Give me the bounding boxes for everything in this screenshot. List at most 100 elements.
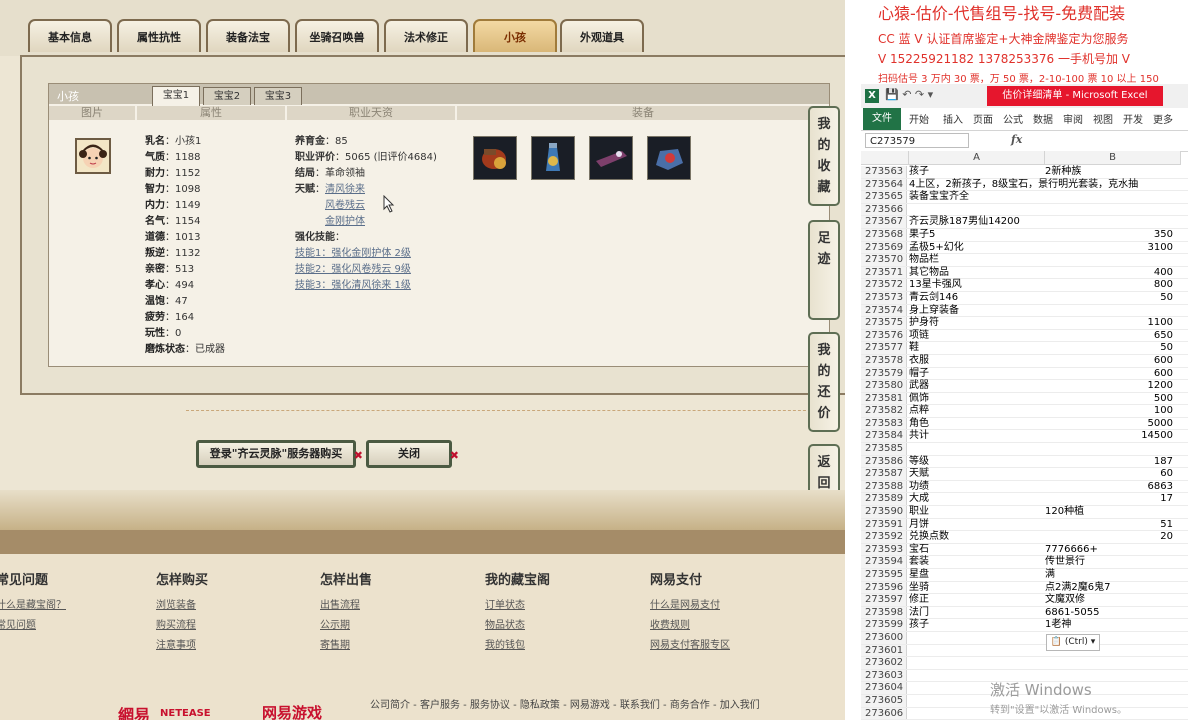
row-number[interactable]: 273603: [861, 669, 907, 682]
subtab-baby2[interactable]: 宝宝2: [203, 87, 251, 105]
sheet-row[interactable]: 273570 物品栏: [861, 254, 1188, 267]
cell-a[interactable]: 星盘: [909, 569, 1043, 582]
column-header-b[interactable]: B: [1045, 151, 1181, 165]
tianfu-link[interactable]: 清风徐来: [325, 184, 365, 195]
cell-a[interactable]: 果子5: [909, 229, 1043, 242]
sheet-row[interactable]: 273583 角色 5000: [861, 417, 1188, 431]
sheet-row[interactable]: 273578 衣服 600: [861, 354, 1188, 368]
sheet-row[interactable]: 273576 项链 650: [861, 329, 1188, 343]
ribbon-tab-home[interactable]: 开始: [909, 111, 929, 126]
equipment-slot-2[interactable]: [531, 136, 575, 180]
cell-b[interactable]: 传世景行: [1045, 556, 1173, 569]
tab-equipment[interactable]: 装备法宝: [206, 19, 290, 52]
cell-b[interactable]: 500: [1045, 393, 1173, 406]
sheet-row[interactable]: 273582 点粹 100: [861, 405, 1188, 418]
cell-a[interactable]: 月饼: [909, 519, 1043, 532]
cell-b[interactable]: 1100: [1045, 317, 1173, 330]
row-number[interactable]: 273572: [861, 279, 907, 291]
sheet-row[interactable]: 273600: [861, 631, 1188, 645]
sheet-grid[interactable]: 273563 孩子 2新种族 273564 4上区，2新孩子，8级宝石，景行明光套装，克…: [861, 166, 1188, 720]
cell-a[interactable]: 装备宝宝齐全: [909, 191, 1043, 204]
column-header-a[interactable]: A: [909, 151, 1045, 165]
row-number[interactable]: 273589: [861, 493, 907, 506]
cell-a[interactable]: 鞋: [909, 342, 1043, 355]
footer-link[interactable]: 网易支付客服专区: [650, 636, 730, 651]
row-number[interactable]: 273569: [861, 241, 907, 254]
cell-a[interactable]: 武器: [909, 380, 1043, 393]
cell-a[interactable]: 角色: [909, 418, 1043, 431]
row-number[interactable]: 273571: [861, 266, 907, 279]
close-button[interactable]: 关闭 ✖: [366, 440, 459, 468]
row-number[interactable]: 273591: [861, 518, 907, 531]
sheet-row[interactable]: 273579 帽子 600: [861, 367, 1188, 381]
row-number[interactable]: 273605: [861, 694, 907, 707]
ribbon-tab-formula[interactable]: 公式: [1003, 111, 1023, 126]
cell-b[interactable]: 点2满2魔6鬼7: [1045, 582, 1173, 595]
tab-basic-info[interactable]: 基本信息: [28, 19, 112, 52]
cell-a[interactable]: 孩子: [909, 619, 1043, 632]
cell-b[interactable]: 120种植: [1045, 506, 1173, 519]
footer-link[interactable]: 公示期: [320, 616, 350, 631]
cell-a[interactable]: 物品栏: [909, 254, 1043, 267]
sheet-row[interactable]: 273585: [861, 443, 1188, 456]
sheet-row[interactable]: 273571 其它物品 400: [861, 266, 1188, 280]
row-number[interactable]: 273580: [861, 380, 907, 392]
sheet-row[interactable]: 273574 身上穿装备: [861, 304, 1188, 318]
cell-b[interactable]: 1200: [1045, 380, 1173, 393]
cell-a[interactable]: 坐骑: [909, 582, 1043, 595]
cell-a[interactable]: 帽子: [909, 368, 1043, 381]
cell-a[interactable]: 共计: [909, 430, 1043, 443]
fx-icon[interactable]: fx: [1011, 133, 1022, 146]
sheet-row[interactable]: 273598 法门 6861-5055: [861, 606, 1188, 620]
footer-link[interactable]: 常见问题: [0, 616, 36, 631]
sheet-row[interactable]: 273568 果子5 350: [861, 228, 1188, 242]
row-number[interactable]: 273583: [861, 417, 907, 430]
ribbon-tab-page[interactable]: 页面: [973, 111, 993, 126]
row-number[interactable]: 273593: [861, 543, 907, 556]
ribbon-tab-review[interactable]: 审阅: [1063, 111, 1083, 126]
footer-link[interactable]: 浏览装备: [156, 596, 196, 611]
cell-b[interactable]: 14500: [1045, 430, 1173, 443]
row-number[interactable]: 273582: [861, 405, 907, 417]
cell-b[interactable]: 350: [1045, 229, 1173, 242]
cell-b[interactable]: 3100: [1045, 242, 1173, 255]
footer-link[interactable]: 订单状态: [485, 596, 525, 611]
tab-spells[interactable]: 法术修正: [384, 19, 468, 52]
sheet-row[interactable]: 273587 天赋 60: [861, 468, 1188, 481]
equipment-slot-1[interactable]: [473, 136, 517, 180]
sheet-row[interactable]: 273569 孟极5+幻化 3100: [861, 241, 1188, 255]
corner-header[interactable]: [861, 151, 909, 165]
skill-link[interactable]: 技能3：强化清风徐来 1级: [295, 280, 411, 291]
row-number[interactable]: 273578: [861, 354, 907, 367]
footer-link[interactable]: 我的钱包: [485, 636, 525, 651]
row-number[interactable]: 273587: [861, 468, 907, 480]
cell-b[interactable]: 文魔双修: [1045, 594, 1173, 607]
my-bargain-button[interactable]: 我的还价: [808, 332, 840, 432]
row-number[interactable]: 273599: [861, 619, 907, 631]
sheet-row[interactable]: 273599 孩子 1老神: [861, 619, 1188, 632]
cell-a[interactable]: 齐云灵脉187男仙14200: [909, 216, 1043, 229]
sheet-row[interactable]: 273590 职业 120种植: [861, 506, 1188, 519]
sheet-row[interactable]: 273563 孩子 2新种族: [861, 166, 1188, 179]
paste-options-button[interactable]: 📋 (Ctrl) ▾: [1046, 634, 1100, 651]
tab-attributes[interactable]: 属性抗性: [117, 19, 201, 52]
sheet-row[interactable]: 273581 佩饰 500: [861, 392, 1188, 406]
cell-b[interactable]: 满: [1045, 569, 1173, 582]
footer-link[interactable]: 收费规则: [650, 616, 690, 631]
sheet-row[interactable]: 273565 装备宝宝齐全: [861, 191, 1188, 204]
sheet-row[interactable]: 273592 兑换点数 20: [861, 531, 1188, 544]
footer-link[interactable]: 购买流程: [156, 616, 196, 631]
cell-a[interactable]: 孩子: [909, 166, 1043, 179]
login-server-buy-button[interactable]: 登录"齐云灵脉"服务器购买 ✖: [196, 440, 363, 468]
sheet-row[interactable]: 273596 坐骑 点2满2魔6鬼7: [861, 581, 1188, 595]
sheet-row[interactable]: 273566: [861, 203, 1188, 217]
row-number[interactable]: 273576: [861, 329, 907, 342]
cell-a[interactable]: 宝石: [909, 544, 1043, 557]
ribbon-tab-data[interactable]: 数据: [1033, 111, 1053, 126]
sheet-row[interactable]: 273594 套装 传世景行: [861, 556, 1188, 569]
sheet-row[interactable]: 273591 月饼 51: [861, 518, 1188, 532]
skill-link[interactable]: 技能1：强化金刚护体 2级: [295, 248, 411, 259]
row-number[interactable]: 273567: [861, 216, 907, 228]
row-number[interactable]: 273574: [861, 304, 907, 317]
row-number[interactable]: 273600: [861, 631, 907, 644]
